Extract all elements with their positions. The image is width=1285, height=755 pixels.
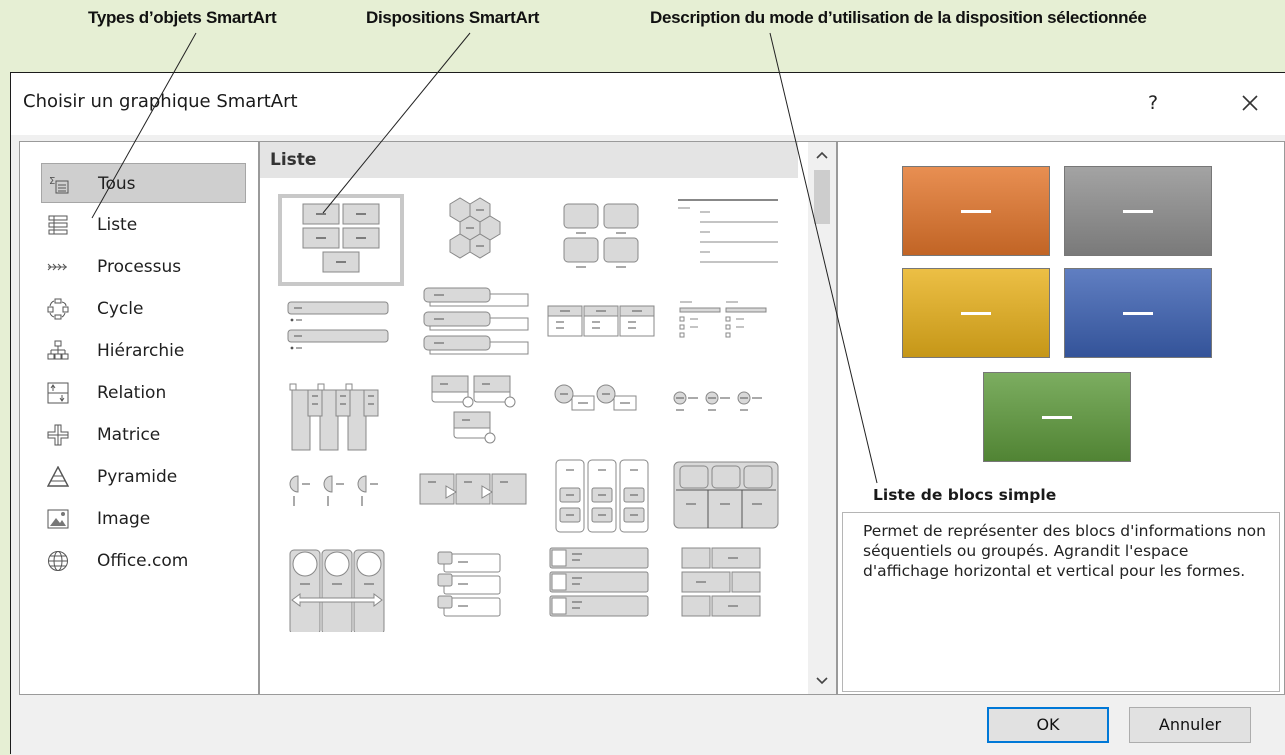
callout-smartart-types: Types d’objets SmartArt xyxy=(88,8,277,27)
layout-scrollbar[interactable] xyxy=(808,142,836,694)
category-item-hierarchie[interactable]: Hiérarchie xyxy=(41,331,246,371)
callout-smartart-layouts: Dispositions SmartArt xyxy=(366,8,540,27)
category-label: Liste xyxy=(97,215,138,235)
layout-group-header: Liste xyxy=(260,142,798,178)
layout-thumb-lined-list[interactable] xyxy=(666,194,792,286)
cycle-icon xyxy=(47,298,69,320)
scroll-up-button[interactable] xyxy=(808,142,836,168)
preview-block-dash xyxy=(1123,210,1153,213)
close-icon xyxy=(1242,95,1258,111)
category-label: Pyramide xyxy=(97,467,178,487)
layout-thumb-stacked-bars[interactable] xyxy=(278,280,404,372)
layout-thumb-circle-accent-boxes[interactable] xyxy=(410,368,536,460)
category-item-processus[interactable]: Processus xyxy=(41,247,246,287)
ok-button[interactable]: OK xyxy=(987,707,1109,743)
picture-icon xyxy=(47,508,69,530)
preview-block-dash xyxy=(1042,416,1072,419)
preview-block xyxy=(902,268,1050,358)
chevron-down-icon xyxy=(816,677,828,685)
layout-thumb-horizontal-bullet-lists[interactable] xyxy=(666,280,792,372)
category-label: Office.com xyxy=(97,551,189,571)
category-item-image[interactable]: Image xyxy=(41,499,246,539)
layout-thumb-tab-bars[interactable] xyxy=(410,280,536,372)
category-list: Σ Tous Liste Processus Cycle Hiérarchie … xyxy=(19,141,259,695)
category-label: Image xyxy=(97,509,151,529)
layout-thumb-picture-lines[interactable] xyxy=(410,540,536,632)
list-icon xyxy=(47,214,69,236)
category-item-tous[interactable]: Σ Tous xyxy=(41,163,246,203)
layout-gallery: Liste xyxy=(259,141,837,695)
category-label: Relation xyxy=(97,383,167,403)
category-item-matrice[interactable]: Matrice xyxy=(41,415,246,455)
process-icon xyxy=(47,256,69,278)
cancel-button[interactable]: Annuler xyxy=(1129,707,1251,743)
dialog-title: Choisir un graphique SmartArt xyxy=(23,91,298,112)
category-label: Matrice xyxy=(97,425,161,445)
category-item-relation[interactable]: Relation xyxy=(41,373,246,413)
category-label: Hiérarchie xyxy=(97,341,185,361)
preview-panel: Liste de blocs simple Permet de représen… xyxy=(837,141,1285,695)
layout-thumb-hexagon-cluster[interactable] xyxy=(410,194,536,286)
preview-block xyxy=(1064,166,1212,256)
scroll-down-button[interactable] xyxy=(808,668,836,694)
layout-thumb-rounded-blocks-caption[interactable] xyxy=(542,194,668,286)
hierarchy-icon xyxy=(47,340,69,362)
category-item-office-com[interactable]: Office.com xyxy=(41,541,246,581)
layout-thumb-circle-arrow-columns[interactable] xyxy=(278,540,404,632)
close-button[interactable] xyxy=(1229,85,1271,121)
category-item-liste[interactable]: Liste xyxy=(41,205,246,245)
layout-thumb-picture-bullet-lines[interactable] xyxy=(542,540,668,632)
category-label: Tous xyxy=(98,174,136,194)
layout-description: Permet de représenter des blocs d'inform… xyxy=(842,512,1280,692)
dialog-titlebar: Choisir un graphique SmartArt ? xyxy=(11,73,1285,135)
category-label: Processus xyxy=(97,257,182,277)
matrix-icon xyxy=(47,424,69,446)
layout-name: Liste de blocs simple xyxy=(873,486,1057,504)
layout-thumb-circle-timeline[interactable] xyxy=(666,368,792,460)
layout-thumb-basic-block-list[interactable] xyxy=(278,194,404,286)
callout-layout-description: Description du mode d’utilisation de la … xyxy=(650,8,1147,27)
globe-icon xyxy=(47,550,69,572)
relationship-icon xyxy=(47,382,69,404)
layout-thumb-three-column-lists[interactable] xyxy=(542,280,668,372)
category-item-cycle[interactable]: Cycle xyxy=(41,289,246,329)
category-label: Cycle xyxy=(97,299,144,319)
help-button[interactable]: ? xyxy=(1133,85,1173,121)
dialog-body: Σ Tous Liste Processus Cycle Hiérarchie … xyxy=(11,135,1285,755)
layout-group-title: Liste xyxy=(270,150,317,170)
layout-thumb-arrow-process-boxes[interactable] xyxy=(410,454,536,546)
pyramid-icon xyxy=(46,465,70,488)
layout-thumb-grid-blocks[interactable] xyxy=(666,540,792,632)
preview-block xyxy=(1064,268,1212,358)
layout-thumb-three-column-icons[interactable] xyxy=(542,454,668,546)
layout-thumb-rounded-top-columns[interactable] xyxy=(666,454,792,546)
svg-text:Σ: Σ xyxy=(49,176,55,187)
layout-thumb-circle-label-boxes[interactable] xyxy=(542,368,668,460)
preview-block xyxy=(902,166,1050,256)
smartart-dialog: Choisir un graphique SmartArt ? Σ Tous L… xyxy=(10,72,1285,755)
chevron-up-icon xyxy=(816,151,828,159)
preview-block-dash xyxy=(961,210,991,213)
layout-thumb-tabbed-columns[interactable] xyxy=(278,368,404,460)
category-item-pyramide[interactable]: Pyramide xyxy=(41,457,246,497)
preview-block-dash xyxy=(961,312,991,315)
layout-thumb-half-circle-list[interactable] xyxy=(278,454,404,546)
preview-block-dash xyxy=(1123,312,1153,315)
scroll-thumb[interactable] xyxy=(814,170,830,224)
all-types-icon: Σ xyxy=(48,173,70,195)
preview-block xyxy=(983,372,1131,462)
